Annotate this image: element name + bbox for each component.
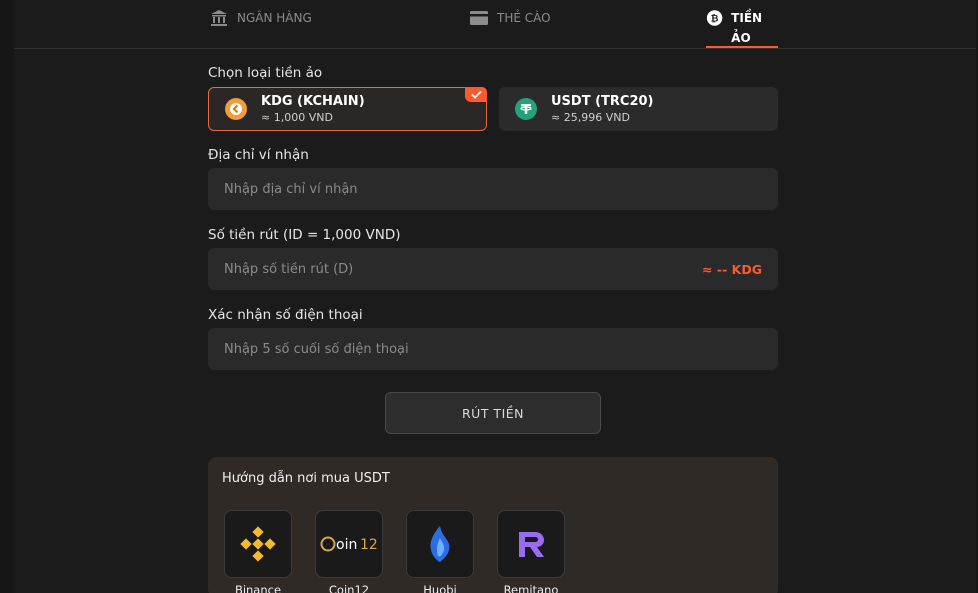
method-tabs: NGÂN HÀNG THẺ CÀO ₿ TIỀN ẢO bbox=[14, 0, 976, 49]
remitano-logo bbox=[497, 510, 565, 578]
svg-text:12: 12 bbox=[360, 537, 378, 553]
converted-amount: ≈ -- KDG bbox=[702, 261, 762, 277]
tab-card-label: THẺ CÀO bbox=[497, 11, 551, 25]
tether-icon bbox=[515, 98, 537, 120]
phone-label: Xác nhận số điện thoại bbox=[208, 307, 363, 323]
wallet-field bbox=[208, 168, 778, 210]
card-icon bbox=[470, 11, 488, 25]
binance-logo bbox=[224, 510, 292, 578]
phone-confirm-input[interactable] bbox=[224, 341, 762, 357]
withdraw-panel: NGÂN HÀNG THẺ CÀO ₿ TIỀN ẢO Chọn loại ti… bbox=[14, 0, 976, 593]
bitcoin-icon: ₿ bbox=[706, 10, 723, 26]
crypto-type-label: Chọn loại tiền ảo bbox=[208, 65, 323, 81]
coin-rate: ≈ 1,000 VND bbox=[261, 111, 333, 124]
amount-field: ≈ -- KDG bbox=[208, 248, 778, 290]
tab-bank-label: NGÂN HÀNG bbox=[237, 11, 312, 25]
coin-option-kdg[interactable]: KDG (KCHAIN) ≈ 1,000 VND bbox=[208, 87, 487, 131]
exchange-huobi[interactable]: Huobi bbox=[406, 510, 474, 593]
exchange-binance[interactable]: Binance bbox=[224, 510, 292, 593]
coin-option-usdt[interactable]: USDT (TRC20) ≈ 25,996 VND bbox=[499, 87, 778, 131]
exchange-name: Binance bbox=[234, 583, 282, 593]
exchange-remitano[interactable]: Remitano bbox=[497, 510, 565, 593]
svg-text:₿: ₿ bbox=[711, 13, 719, 24]
phone-field bbox=[208, 328, 778, 370]
wallet-label: Địa chỉ ví nhận bbox=[208, 147, 309, 163]
huobi-logo bbox=[406, 510, 474, 578]
amount-input[interactable] bbox=[224, 261, 703, 277]
coin-name: KDG (KCHAIN) bbox=[261, 94, 365, 109]
coin-rate: ≈ 25,996 VND bbox=[551, 111, 630, 124]
coin12-logo: oin 12 bbox=[315, 510, 383, 578]
withdraw-button[interactable]: RÚT TIỀN bbox=[385, 392, 601, 434]
tab-crypto-label: TIỀN ẢO bbox=[731, 11, 763, 45]
guide-title: Hướng dẫn nơi mua USDT bbox=[222, 471, 390, 486]
selected-check-icon bbox=[465, 87, 487, 102]
exchange-name: Huobi bbox=[423, 583, 457, 593]
coin-name: USDT (TRC20) bbox=[551, 94, 654, 109]
exchange-coin12[interactable]: oin 12 Coin12 bbox=[315, 510, 383, 593]
buy-guide-panel: Hướng dẫn nơi mua USDT Binance oin 12 Co… bbox=[208, 457, 778, 593]
tab-card[interactable]: THẺ CÀO bbox=[469, 8, 551, 48]
svg-text:oin: oin bbox=[336, 537, 357, 553]
wallet-address-input[interactable] bbox=[224, 181, 762, 197]
tab-crypto[interactable]: ₿ TIỀN ẢO bbox=[706, 8, 778, 48]
tab-bank[interactable]: NGÂN HÀNG bbox=[209, 8, 312, 48]
bank-icon bbox=[211, 10, 227, 26]
exchange-name: Remitano bbox=[503, 583, 559, 593]
amount-label: Số tiền rút (ID = 1,000 VND) bbox=[208, 227, 401, 243]
exchange-name: Coin12 bbox=[328, 583, 370, 593]
kdg-icon bbox=[225, 98, 247, 120]
